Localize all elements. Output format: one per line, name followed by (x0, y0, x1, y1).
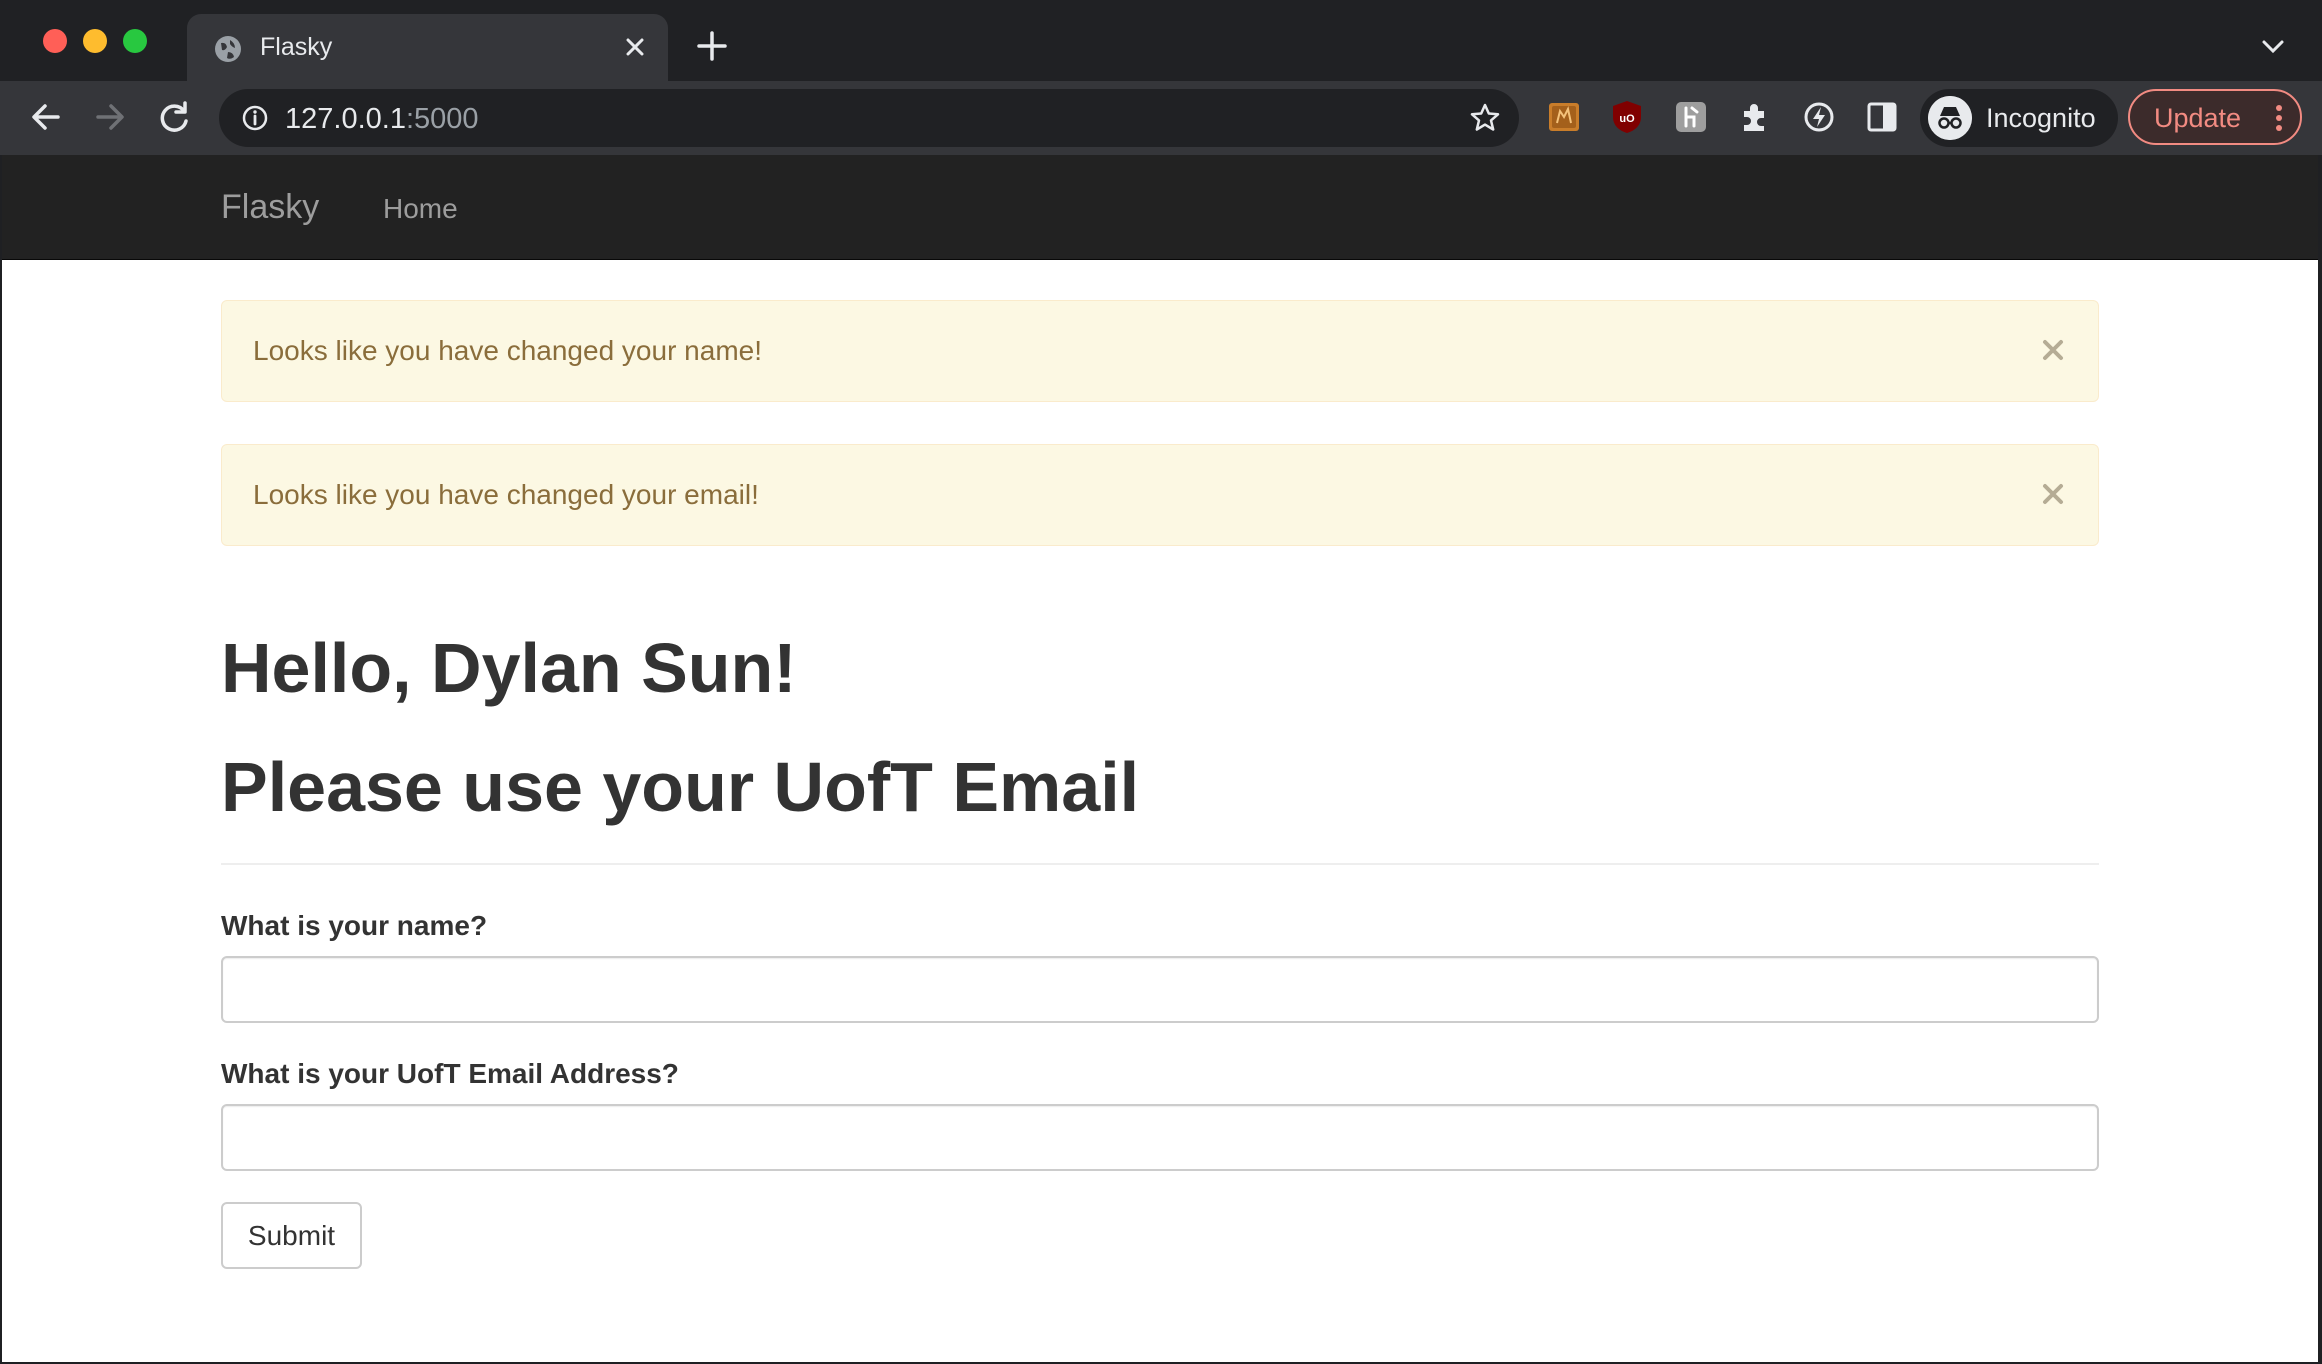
back-arrow-icon[interactable] (26, 97, 66, 137)
email-input[interactable] (221, 1104, 2099, 1171)
close-window-button[interactable] (43, 29, 67, 53)
alert-warning: Looks like you have changed your email! (221, 444, 2099, 546)
browser-chrome: Flasky 127.0.0.1:5000 uO Incognito Updat… (0, 0, 2322, 155)
submit-button[interactable]: Submit (221, 1202, 362, 1269)
puzzle-extensions-icon[interactable] (1737, 99, 1773, 135)
side-panel-icon[interactable] (1864, 99, 1900, 135)
name-input[interactable] (221, 956, 2099, 1023)
minimize-window-button[interactable] (83, 29, 107, 53)
alert-message: Looks like you have changed your email! (253, 479, 759, 510)
incognito-icon (1928, 96, 1972, 140)
page-viewport: Flasky Home Looks like you have changed … (2, 155, 2318, 1362)
greeting-heading: Hello, Dylan Sun! (221, 629, 797, 707)
info-icon[interactable] (241, 104, 269, 132)
tab-title: Flasky (260, 33, 333, 61)
url-host: 127.0.0.1 (285, 103, 406, 135)
browser-tab[interactable]: Flasky (187, 14, 668, 81)
incognito-profile-button[interactable]: Incognito (1920, 89, 2118, 147)
page-subtitle-heading: Please use your UofT Email (221, 748, 1140, 826)
update-label: Update (2154, 103, 2242, 133)
ublock-shield-icon[interactable]: uO (1609, 99, 1645, 135)
forward-arrow-icon[interactable] (90, 97, 130, 137)
globe-icon (215, 36, 241, 62)
url-port: :5000 (405, 103, 479, 135)
alert-message: Looks like you have changed your name! (253, 335, 762, 366)
alert-warning: Looks like you have changed your name! (221, 300, 2099, 402)
site-navbar: Flasky Home (2, 155, 2318, 260)
maximize-window-button[interactable] (123, 29, 147, 53)
address-bar[interactable]: 127.0.0.1:5000 (219, 89, 1519, 147)
name-field-label: What is your name? (221, 910, 488, 941)
close-tab-icon[interactable] (618, 30, 652, 64)
svg-text:uO: uO (1619, 113, 1635, 125)
more-vert-icon[interactable] (2274, 103, 2284, 133)
reload-icon[interactable] (154, 97, 194, 137)
bookmark-star-icon[interactable] (1469, 102, 1501, 134)
email-field-label: What is your UofT Email Address? (221, 1058, 679, 1089)
new-tab-icon[interactable] (694, 28, 730, 64)
hoverzoom-extension-icon[interactable] (1673, 99, 1709, 135)
divider (221, 863, 2099, 865)
browser-toolbar: 127.0.0.1:5000 uO Incognito Update (0, 81, 2322, 155)
chevron-down-icon[interactable] (2260, 34, 2286, 60)
update-button[interactable]: Update (2128, 89, 2302, 145)
nav-home-link[interactable]: Home (383, 193, 458, 225)
profile-label: Incognito (1986, 103, 2096, 133)
close-alert-icon[interactable] (2040, 481, 2066, 507)
close-alert-icon[interactable] (2040, 337, 2066, 363)
amphetamine-extension-icon[interactable] (1546, 99, 1582, 135)
lightning-extension-icon[interactable] (1801, 99, 1837, 135)
navbar-brand-link[interactable]: Flasky (221, 188, 319, 227)
url-text: 127.0.0.1:5000 (285, 103, 479, 136)
